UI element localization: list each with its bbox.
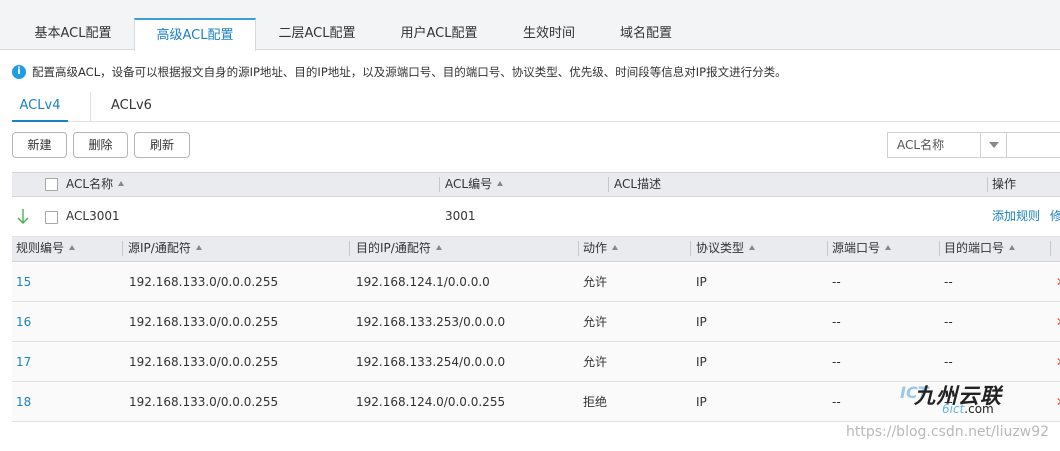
ip-version-tabs: ACLv4 ACLv6 xyxy=(12,92,1060,122)
column-divider xyxy=(827,241,828,256)
destination-port-cell: -- xyxy=(944,275,953,289)
tab-basic-acl[interactable]: 基本ACL配置 xyxy=(12,18,134,50)
col-acl-number[interactable]: ACL编号 xyxy=(445,173,504,196)
table-row: 15 192.168.133.0/0.0.0.255 192.168.124.1… xyxy=(12,262,1060,302)
column-divider xyxy=(939,241,940,256)
acl-number-cell: 3001 xyxy=(445,209,476,223)
col-operation: 操作 xyxy=(992,177,1017,191)
column-divider xyxy=(122,241,123,256)
logo-sub-text: 6ict.com xyxy=(942,402,994,416)
sort-icon xyxy=(885,245,892,250)
tab-effective-time[interactable]: 生效时间 xyxy=(500,18,598,50)
tab-layer2-acl[interactable]: 二层ACL配置 xyxy=(256,18,378,50)
col-source-port[interactable]: 源端口号 xyxy=(832,237,892,260)
main-tab-bar: 基本ACL配置 高级ACL配置 二层ACL配置 用户ACL配置 生效时间 域名配… xyxy=(0,0,1060,51)
action-cell: 允许 xyxy=(583,315,608,329)
source-ip-cell: 192.168.133.0/0.0.0.255 xyxy=(129,395,279,409)
info-message: i 配置高级ACL，设备可以根据报文自身的源IP地址、目的IP地址，以及源端口号、… xyxy=(12,63,787,81)
rule-id-link[interactable]: 16 xyxy=(16,302,31,342)
destination-port-cell: -- xyxy=(944,315,953,329)
tab-user-acl[interactable]: 用户ACL配置 xyxy=(378,18,500,50)
protocol-cell: IP xyxy=(696,275,707,289)
destination-port-cell: -- xyxy=(944,355,953,369)
protocol-cell: IP xyxy=(696,315,707,329)
new-button[interactable]: 新建 xyxy=(12,132,67,158)
destination-ip-cell: 192.168.133.254/0.0.0.0 xyxy=(356,355,506,369)
sort-icon xyxy=(1009,245,1016,250)
sort-icon xyxy=(195,245,202,250)
tab-domain-config[interactable]: 域名配置 xyxy=(598,18,694,50)
source-ip-cell: 192.168.133.0/0.0.0.255 xyxy=(129,315,279,329)
search-field-value: ACL名称 xyxy=(897,138,945,152)
delete-rule-icon[interactable]: ✕ xyxy=(1056,342,1060,382)
col-destination-ip[interactable]: 目的IP/通配符 xyxy=(356,237,442,260)
row-checkbox[interactable] xyxy=(45,211,58,224)
sort-icon xyxy=(435,245,442,250)
col-action[interactable]: 动作 xyxy=(583,237,619,260)
col-destination-port[interactable]: 目的端口号 xyxy=(944,237,1016,260)
edit-link[interactable]: 修 xyxy=(1050,197,1060,236)
column-divider xyxy=(987,177,988,192)
search-input[interactable] xyxy=(1007,132,1060,158)
chevron-down-icon[interactable] xyxy=(980,133,1006,157)
refresh-button[interactable]: 刷新 xyxy=(134,132,190,158)
delete-button[interactable]: 删除 xyxy=(73,132,128,158)
expand-arrow-icon[interactable] xyxy=(16,197,30,236)
column-divider xyxy=(1050,241,1051,256)
table-row: 17 192.168.133.0/0.0.0.255 192.168.133.2… xyxy=(12,342,1060,382)
search-field-select[interactable]: ACL名称 xyxy=(887,132,1007,158)
destination-ip-cell: 192.168.124.0/0.0.0.255 xyxy=(356,395,506,409)
subtab-divider xyxy=(90,92,91,122)
acl-name-cell: ACL3001 xyxy=(66,209,120,223)
col-protocol[interactable]: 协议类型 xyxy=(696,237,756,260)
delete-rule-icon[interactable]: ✕ xyxy=(1056,382,1060,422)
info-icon: i xyxy=(12,64,26,79)
protocol-cell: IP xyxy=(696,395,707,409)
protocol-cell: IP xyxy=(696,355,707,369)
source-ip-cell: 192.168.133.0/0.0.0.255 xyxy=(129,275,279,289)
rule-id-link[interactable]: 17 xyxy=(16,342,31,382)
select-all-checkbox[interactable] xyxy=(45,178,58,191)
rule-id-link[interactable]: 15 xyxy=(16,262,31,302)
column-divider xyxy=(439,177,440,192)
tab-aclv6[interactable]: ACLv6 xyxy=(111,92,152,122)
delete-rule-icon[interactable]: ✕ xyxy=(1056,262,1060,302)
rule-id-link[interactable]: 18 xyxy=(16,382,31,422)
column-divider xyxy=(349,241,350,256)
action-cell: 允许 xyxy=(583,275,608,289)
info-text: 配置高级ACL，设备可以根据报文自身的源IP地址、目的IP地址，以及源端口号、目… xyxy=(32,65,787,79)
watermark-url: https://blog.csdn.net/liuzw92 xyxy=(846,424,1050,440)
tab-aclv4[interactable]: ACLv4 xyxy=(12,92,68,122)
column-divider xyxy=(578,241,579,256)
col-acl-description: ACL描述 xyxy=(614,177,662,191)
tab-advanced-acl[interactable]: 高级ACL配置 xyxy=(134,18,256,51)
source-ip-cell: 192.168.133.0/0.0.0.255 xyxy=(129,355,279,369)
source-port-cell: -- xyxy=(832,395,841,409)
sort-icon xyxy=(497,181,504,186)
col-rule-id[interactable]: 规则编号 xyxy=(16,237,76,260)
action-cell: 拒绝 xyxy=(583,395,608,409)
action-cell: 允许 xyxy=(583,355,608,369)
destination-ip-cell: 192.168.124.1/0.0.0.0 xyxy=(356,275,490,289)
sort-icon xyxy=(118,181,125,186)
add-rule-link[interactable]: 添加规则 xyxy=(992,197,1040,236)
acl-table-header: ACL名称 ACL编号 ACL描述 操作 xyxy=(12,172,1060,197)
sort-icon xyxy=(69,245,76,250)
rule-table-header: 规则编号 源IP/通配符 目的IP/通配符 动作 协议类型 源端口号 目的端口号 xyxy=(12,237,1060,262)
column-divider xyxy=(690,241,691,256)
column-divider xyxy=(608,177,609,192)
source-port-cell: -- xyxy=(832,275,841,289)
source-port-cell: -- xyxy=(832,315,841,329)
delete-rule-icon[interactable]: ✕ xyxy=(1056,302,1060,342)
col-source-ip[interactable]: 源IP/通配符 xyxy=(128,237,202,260)
sort-icon xyxy=(749,245,756,250)
table-row: ACL3001 3001 添加规则 修 xyxy=(12,197,1060,237)
col-acl-name[interactable]: ACL名称 xyxy=(66,173,125,196)
sort-icon xyxy=(612,245,619,250)
destination-ip-cell: 192.168.133.253/0.0.0.0 xyxy=(356,315,506,329)
watermark-logo: ICT 九州云联 6ict.com xyxy=(900,380,1025,420)
source-port-cell: -- xyxy=(832,355,841,369)
table-row: 16 192.168.133.0/0.0.0.255 192.168.133.2… xyxy=(12,302,1060,342)
